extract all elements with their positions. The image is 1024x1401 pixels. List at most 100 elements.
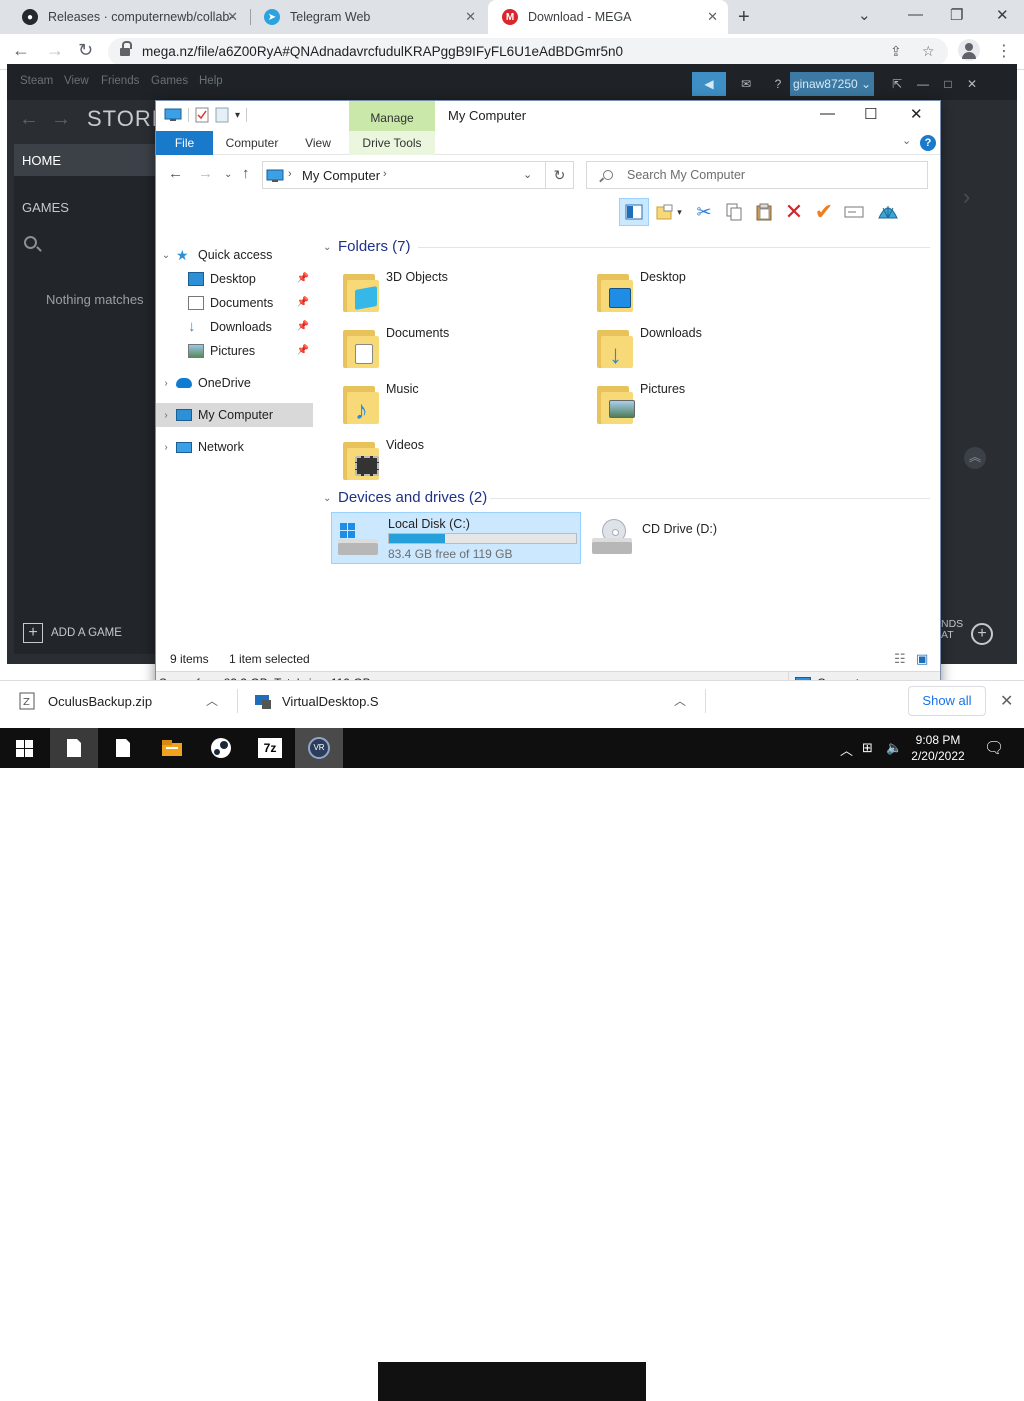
reload-icon[interactable]: ↻ [78, 40, 93, 61]
chevron-down-icon[interactable]: ⌄ [858, 6, 871, 24]
close-icon[interactable]: ✕ [1000, 691, 1013, 711]
nav-network[interactable]: › Network [156, 435, 313, 459]
download-item-virtualdesktop[interactable]: VirtualDesktop.S [254, 681, 379, 721]
friends-chat-label[interactable]: NDS AT [941, 619, 963, 641]
nav-onedrive[interactable]: › OneDrive [156, 371, 313, 395]
nav-my-computer[interactable]: › My Computer [156, 403, 313, 427]
broadcast-icon[interactable]: ◀ [692, 72, 726, 96]
new-tab-button[interactable]: + [738, 6, 750, 29]
star-icon[interactable]: ☆ [922, 43, 935, 60]
search-box[interactable]: Search My Computer [586, 161, 928, 189]
tab-telegram[interactable]: ➤ Telegram Web ✕ [250, 0, 486, 34]
close-icon[interactable]: ✕ [910, 105, 923, 123]
rename-icon[interactable] [839, 198, 869, 226]
tab-file[interactable]: File [156, 131, 213, 155]
network-tray-icon[interactable]: ⊞ [862, 740, 873, 756]
bigpicture-icon[interactable]: ⇱ [884, 72, 910, 96]
windows-start-icon[interactable] [0, 728, 48, 768]
address-box[interactable]: › My Computer › ⌄ [262, 161, 546, 189]
taskbar-steam-icon[interactable] [197, 728, 245, 768]
taskbar-file-icon[interactable] [50, 728, 98, 768]
address-text[interactable]: My Computer [302, 168, 380, 183]
taskbar-file-icon[interactable] [99, 728, 147, 768]
chevron-right-icon[interactable]: › [156, 442, 176, 453]
steam-menu-help[interactable]: Help [199, 75, 223, 87]
forward-arrow-icon[interactable]: → [198, 165, 213, 182]
checkmark-icon[interactable]: ✔ [809, 198, 839, 226]
chevron-up-icon[interactable]: ︿ [206, 692, 218, 709]
steam-games-label[interactable]: GAMES [22, 200, 69, 215]
steam-user-menu[interactable]: ginaw87250 ⌄ [790, 72, 874, 96]
maximize-icon[interactable]: □ [936, 72, 960, 96]
drive-c[interactable]: Local Disk (C:) 83.4 GB free of 119 GB [331, 512, 581, 564]
details-view-icon[interactable]: ☷ [894, 651, 906, 667]
minimize-icon[interactable]: — [908, 6, 923, 23]
notification-icon[interactable]: 🗨 [984, 738, 1004, 758]
notifications-icon[interactable]: ✉ [726, 72, 766, 96]
back-arrow-icon[interactable]: ← [168, 165, 183, 182]
large-icons-view-icon[interactable]: ▣ [916, 651, 928, 667]
lock-icon[interactable] [120, 41, 132, 56]
chevron-right-icon[interactable]: › [156, 378, 176, 389]
new-item-icon[interactable]: ▾ [649, 198, 689, 226]
up-arrow-icon[interactable]: ↑ [242, 165, 250, 182]
taskbar-vr-icon[interactable]: VR [295, 728, 343, 768]
steam-menu-steam[interactable]: Steam [20, 75, 53, 87]
nav-pictures[interactable]: Pictures 📌 [156, 339, 313, 363]
new-folder-icon[interactable] [215, 107, 229, 123]
tab-drive-tools[interactable]: Drive Tools [349, 131, 435, 155]
chevron-right-icon[interactable]: › [156, 410, 176, 421]
search-input[interactable]: Search My Computer [627, 168, 745, 182]
folder-3d-objects[interactable]: 3D Objects [341, 268, 581, 316]
address-bar[interactable]: mega.nz/file/a6Z00RyA#QNAdnadavrcfudulKR… [108, 38, 948, 66]
back-arrow-icon[interactable]: ← [12, 40, 30, 61]
forward-arrow-icon[interactable]: → [46, 40, 64, 61]
folder-documents[interactable]: Documents [341, 324, 581, 372]
show-all-button[interactable]: Show all [908, 686, 986, 716]
steam-home-button[interactable]: HOME [14, 144, 156, 176]
pin-icon[interactable]: 📌 [297, 273, 309, 284]
chevron-right-icon[interactable]: › [383, 168, 387, 180]
taskbar-7zip-icon[interactable]: 7z [246, 728, 294, 768]
steam-menu-view[interactable]: View [64, 75, 89, 87]
folder-music[interactable]: ♪ Music [341, 380, 581, 428]
steam-menu-friends[interactable]: Friends [101, 75, 139, 87]
paste-icon[interactable] [749, 198, 779, 226]
forward-arrow-icon[interactable]: → [51, 108, 71, 131]
close-icon[interactable]: ✕ [960, 72, 984, 96]
tab-view[interactable]: View [292, 131, 344, 155]
chevron-right-icon[interactable]: › [288, 168, 292, 180]
search-icon[interactable] [24, 236, 37, 249]
close-icon[interactable]: ✕ [465, 9, 476, 25]
folder-desktop[interactable]: Desktop [595, 268, 835, 316]
chevron-down-icon[interactable]: ⌄ [156, 250, 176, 261]
chevron-down-icon[interactable]: ⌄ [323, 242, 331, 253]
help-icon[interactable]: ? [920, 135, 936, 151]
pin-icon[interactable]: 📌 [297, 345, 309, 356]
nav-quick-access[interactable]: ⌄ ★ Quick access [156, 243, 313, 267]
folders-group-header[interactable]: Folders (7) [338, 238, 411, 255]
chevron-up-icon[interactable]: ︽ [964, 447, 986, 469]
refresh-icon[interactable]: ↻ [546, 161, 574, 189]
maximize-icon[interactable]: ☐ [864, 105, 877, 123]
restore-icon[interactable]: ❐ [950, 6, 963, 24]
tab-releases[interactable]: ● Releases · computernewb/collab- ✕ [8, 0, 248, 34]
minimize-icon[interactable]: — [820, 105, 835, 122]
clock[interactable]: 9:08 PM 2/20/2022 [908, 732, 968, 764]
share-icon[interactable]: ⇪ [890, 43, 902, 60]
pin-icon[interactable]: 📌 [297, 321, 309, 332]
tab-computer[interactable]: Computer [216, 131, 288, 155]
download-item-oculus[interactable]: Z OculusBackup.zip [18, 681, 228, 721]
cd-drive-icon[interactable] [588, 518, 632, 558]
close-window-icon[interactable]: ✕ [996, 6, 1009, 24]
chevron-up-icon[interactable]: ︿ [840, 740, 853, 759]
qat-dropdown-icon[interactable]: ▾ [235, 110, 240, 121]
more-menu-icon[interactable]: ⋮ [996, 41, 1012, 61]
nav-desktop[interactable]: Desktop 📌 [156, 267, 313, 291]
chevron-right-icon[interactable]: › [963, 184, 970, 210]
tab-mega[interactable]: M Download - MEGA ✕ [488, 0, 728, 34]
volume-icon[interactable]: 🔈 [886, 740, 902, 756]
folder-pictures[interactable]: Pictures [595, 380, 835, 428]
minimize-icon[interactable]: — [910, 72, 936, 96]
nav-downloads[interactable]: ↓ Downloads 📌 [156, 315, 313, 339]
